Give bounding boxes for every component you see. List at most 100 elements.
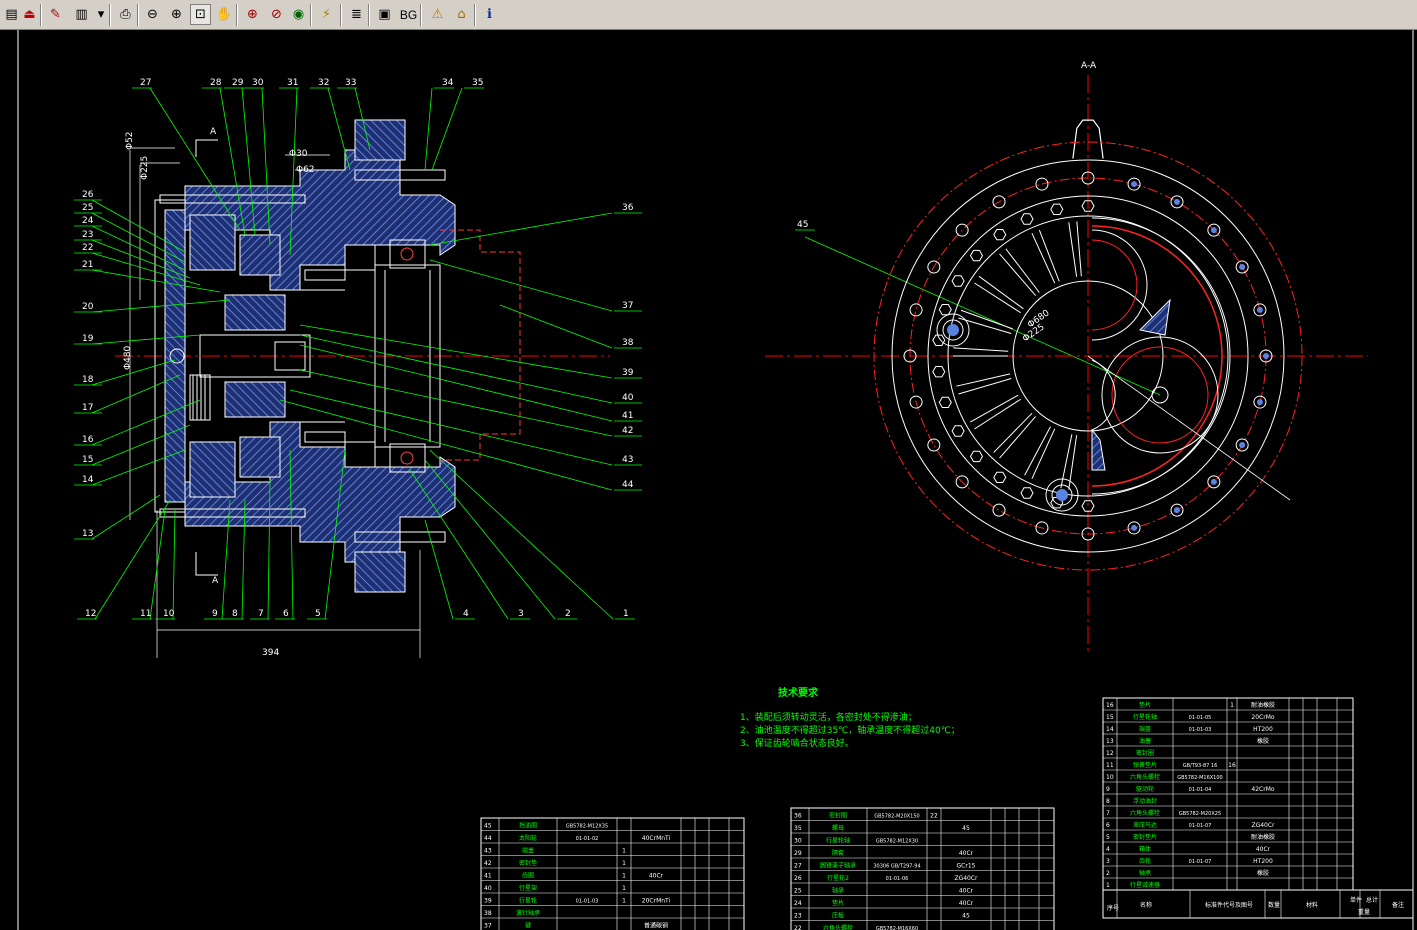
section-label: A [212, 576, 219, 586]
bom-cell-mat: HT200 [1253, 858, 1273, 865]
toolbar: ▤ ⏏ ✎ ▥ ▾ ⎙ ⊖ ⊕ ⊡ ✋ ⊕ ⊘ ◉ ⚡ ≣ ▣ BG ⚠ ⌂ ℹ [0, 0, 1417, 30]
bom-cell-std: 01-01-05 [1189, 715, 1212, 721]
callout-42: 42 [622, 426, 633, 436]
cad-drawing-canvas[interactable]: 27 28 29 30 31 32 33 34 35 26 25 24 23 22 21 20 19 18 17 16… [0, 30, 1417, 930]
bom-cell-mat: 40Cr [959, 888, 974, 895]
pan-button[interactable]: ✋ [214, 4, 235, 25]
bom-header-cell: 总计 [1366, 896, 1378, 904]
warning-icon: ⚠ [431, 7, 444, 22]
bom-cell-name: 螺母 [832, 824, 844, 832]
leader-line-35 [431, 87, 463, 171]
background-button[interactable]: BG [398, 4, 419, 25]
toolbar-separator [137, 4, 139, 26]
callout-2: 2 [565, 609, 571, 619]
callout-31: 31 [287, 78, 298, 88]
toolbar-separator [420, 4, 422, 26]
bom-cell-no: 35 [794, 825, 802, 832]
bom-cell-name: 密封垫 [519, 859, 537, 867]
toolbar-separator [474, 4, 476, 26]
callout-44: 44 [622, 480, 634, 490]
bom-cell-name: 行星减速器 [1130, 881, 1160, 889]
bom-cell-no: 15 [1106, 714, 1114, 721]
bom-cell-no: 5 [1106, 834, 1110, 841]
callout-32: 32 [318, 78, 329, 88]
zoom-in-button[interactable]: ⊕ [166, 4, 187, 25]
leader-line-1 [429, 449, 614, 620]
bom-cell-name: 圆锥滚子轴承 [820, 862, 856, 870]
bom-cell-no: 24 [794, 900, 802, 907]
bom-cell-no: 11 [1106, 762, 1114, 769]
bom-cell-no: 2 [1106, 870, 1110, 877]
bom-cell-name: 驱动轮 [1136, 785, 1154, 793]
dropdown-button[interactable]: ▾ [95, 4, 107, 25]
bom-cell-qty: 1 [1230, 702, 1234, 709]
callout-1: 1 [623, 609, 629, 619]
leader-line-4 [424, 519, 454, 620]
bom-cell-std: GB5782-M16X60 [876, 926, 918, 930]
bom-cell-qty: 1 [622, 885, 626, 892]
callout-15: 15 [82, 455, 93, 465]
bom-cell-qty: 1 [622, 873, 626, 880]
callout-33: 33 [345, 78, 356, 88]
bom-cell-std: 30306 GB/T297-94 [873, 864, 920, 870]
callout-41: 41 [622, 411, 633, 421]
callout-6: 6 [283, 609, 289, 619]
zoom-all-button[interactable]: ⊕ [242, 4, 263, 25]
info-icon: ℹ [487, 7, 492, 22]
technical-notes: 技术要求 1、装配后须转动灵活，各密封处不得渗油； 2、油池温度不得超过35℃，… [740, 686, 960, 749]
leader-line-40 [299, 334, 613, 404]
bom-header-cell: 名称 [1140, 901, 1152, 909]
highlight-button[interactable]: ⚡ [316, 4, 337, 25]
toolbar-separator [368, 4, 370, 26]
callout-40: 40 [622, 393, 634, 403]
toolbar-separator [40, 4, 42, 26]
callout-19: 19 [82, 334, 94, 344]
zoom-previous-button[interactable]: ⊘ [266, 4, 287, 25]
bom-cell-mat: 40Cr [649, 873, 664, 880]
bom-cell-mat: 40CrMnTi [642, 835, 671, 842]
leader-line-38 [499, 304, 613, 349]
bom-cell-std: GB5782-M20X25 [1179, 811, 1221, 817]
bom-cell-no: 7 [1106, 810, 1110, 817]
bom-cell-name: 浮动油封 [1133, 797, 1157, 805]
measure-button[interactable]: ✎ [45, 4, 66, 25]
bom-cell-mat: 40Cr [959, 850, 974, 857]
dimension-text: 394 [262, 648, 279, 658]
view-3d-button[interactable]: ◉ [288, 4, 309, 25]
bom-cell-mat: 45 [962, 913, 970, 920]
layer-select-icon: ▥ [75, 7, 88, 22]
bom-cell-mat: 45 [962, 825, 970, 832]
exit-button[interactable]: ⏏ [19, 4, 40, 25]
bom-cell-no: 43 [484, 848, 492, 855]
bom-cell-mat: 40Cr [959, 900, 974, 907]
callout-11: 11 [140, 609, 151, 619]
leader-line-3 [409, 469, 509, 620]
layers-button[interactable]: ≣ [346, 4, 367, 25]
bom-cell-no: 30 [794, 838, 802, 845]
bom-cell-name: 行星架 [519, 884, 537, 892]
callout-25: 25 [82, 203, 93, 213]
layer-select-button[interactable]: ▥ [71, 4, 92, 25]
callout-labels: 27 28 29 30 31 32 33 34 352625242322212019181716… [82, 61, 1097, 658]
save-icon: ▤ [5, 7, 18, 22]
bom-cell-mat: ZG40Cr [954, 875, 978, 882]
warning-button[interactable]: ⚠ [427, 4, 448, 25]
dimension-text: Φ225 [140, 156, 150, 180]
note-2: 2、油池温度不得超过35℃，轴承温度不得超过40℃； [740, 724, 960, 736]
bom-header-cell: 备注 [1392, 901, 1404, 909]
callout-14: 14 [82, 475, 94, 485]
dropdown-icon: ▾ [97, 7, 105, 22]
bom-cell-mat: GCr15 [957, 863, 976, 870]
print-button[interactable]: ⎙ [115, 4, 136, 25]
zoom-window-button[interactable]: ⊡ [190, 4, 211, 25]
callout-16: 16 [82, 435, 94, 445]
home-icon: ⌂ [457, 7, 466, 22]
bom-cell-name: 六角头螺栓 [823, 924, 853, 930]
zoom-out-button[interactable]: ⊖ [142, 4, 163, 25]
bom-cell-no: 26 [794, 875, 802, 882]
home-button[interactable]: ⌂ [451, 4, 472, 25]
screen-button[interactable]: ▣ [374, 4, 395, 25]
info-button[interactable]: ℹ [479, 4, 500, 25]
toolbar-separator [340, 4, 342, 26]
callout-5: 5 [315, 609, 321, 619]
